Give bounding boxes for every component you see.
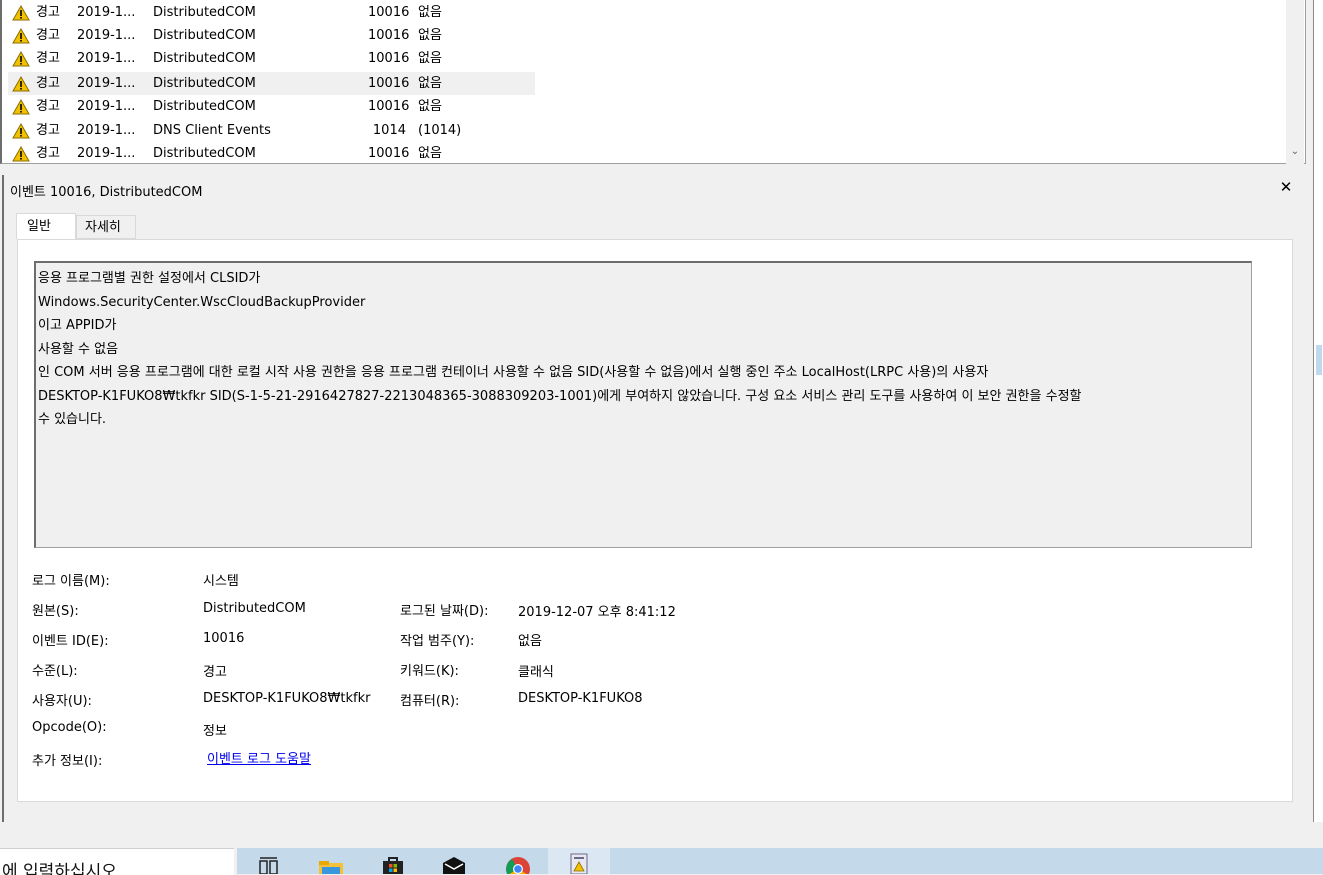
- event-log-help-link[interactable]: 이벤트 로그 도움말: [207, 748, 311, 767]
- logged-value: 2019-12-07 오후 8:41:12: [518, 605, 676, 620]
- event-id-label: 이벤트 ID(E):: [32, 634, 109, 649]
- task-category-label: 작업 범주(Y):: [400, 634, 475, 649]
- event-id: 10016: [368, 99, 410, 114]
- source-value: DistributedCOM: [203, 601, 306, 616]
- event-row[interactable]: 경고 2019-1... DistributedCOM 10016 없음: [8, 142, 535, 163]
- event-level: 경고: [36, 28, 60, 43]
- user-label: 사용자(U):: [32, 694, 92, 709]
- warning-icon: [12, 122, 30, 139]
- search-placeholder: 에 입력하십시오: [2, 862, 117, 875]
- event-id: 1014: [372, 123, 406, 138]
- event-source: DistributedCOM: [153, 28, 256, 43]
- warning-icon: [12, 145, 30, 162]
- opcode-label: Opcode(O):: [32, 720, 107, 735]
- event-category: 없음: [418, 76, 442, 91]
- event-list[interactable]: 경고 2019-1... DistributedCOM 10016 없음 경고 2019-1…: [0, 0, 1306, 164]
- task-view-icon[interactable]: [258, 856, 280, 874]
- event-level: 경고: [36, 51, 60, 66]
- computer-value: DESKTOP-K1FUKO8: [518, 691, 643, 706]
- event-date: 2019-1...: [77, 99, 136, 114]
- source-label: 원본(S):: [32, 604, 79, 619]
- event-category: 없음: [418, 51, 442, 66]
- description-line: 이고 APPID가: [38, 318, 117, 333]
- event-id: 10016: [368, 28, 410, 43]
- event-description[interactable]: 응용 프로그램별 권한 설정에서 CLSID가 Windows.Security…: [34, 261, 1252, 548]
- warning-icon: [12, 50, 30, 67]
- close-icon[interactable]: ✕: [1277, 178, 1295, 196]
- log-name-label: 로그 이름(M):: [32, 574, 110, 589]
- vertical-scrollbar[interactable]: [1286, 0, 1304, 164]
- event-level: 경고: [36, 146, 60, 161]
- detail-title: 이벤트 10016, DistributedCOM: [10, 185, 203, 200]
- event-level: 경고: [36, 76, 60, 91]
- more-info-label: 추가 정보(I):: [32, 754, 103, 769]
- file-explorer-icon[interactable]: [318, 856, 344, 874]
- event-category: 없음: [418, 146, 442, 161]
- description-line: 인 COM 서버 응용 프로그램에 대한 로컬 시작 사용 권한을 응용 프로그…: [38, 365, 989, 380]
- event-id: 10016: [368, 76, 410, 91]
- event-level: 경고: [36, 123, 60, 138]
- event-source: DistributedCOM: [153, 76, 256, 91]
- event-viewer-icon[interactable]: [568, 853, 590, 874]
- event-source: DistributedCOM: [153, 99, 256, 114]
- event-level: 경고: [36, 5, 60, 20]
- level-value: 경고: [203, 665, 227, 680]
- keywords-label: 키워드(K):: [400, 664, 459, 679]
- event-level: 경고: [36, 99, 60, 114]
- event-row[interactable]: 경고 2019-1... DistributedCOM 10016 없음: [8, 95, 535, 118]
- event-date: 2019-1...: [77, 28, 136, 43]
- task-category-value: 없음: [518, 634, 542, 649]
- logged-label: 로그된 날짜(D):: [400, 604, 489, 619]
- warning-icon: [12, 75, 30, 92]
- event-category: (1014): [418, 123, 462, 138]
- computer-label: 컴퓨터(R):: [400, 694, 460, 709]
- mail-icon[interactable]: [441, 856, 467, 874]
- description-line: Windows.SecurityCenter.WscCloudBackupPro…: [38, 294, 366, 310]
- tab-general[interactable]: 일반: [16, 213, 76, 239]
- warning-icon: [12, 4, 30, 21]
- event-source: DistributedCOM: [153, 51, 256, 66]
- event-date: 2019-1...: [77, 76, 136, 91]
- event-date: 2019-1...: [77, 123, 136, 138]
- right-panel-edge: [1313, 0, 1323, 822]
- event-row[interactable]: 경고 2019-1... DistributedCOM 10016 없음: [8, 24, 535, 47]
- opcode-value: 정보: [203, 724, 227, 739]
- event-date: 2019-1...: [77, 146, 136, 161]
- event-id-value: 10016: [203, 631, 245, 646]
- description-line: 사용할 수 없음: [38, 341, 119, 357]
- event-category: 없음: [418, 5, 442, 20]
- warning-icon: [12, 98, 30, 115]
- event-id: 10016: [368, 5, 410, 20]
- event-category: 없음: [418, 99, 442, 114]
- description-line: 응용 프로그램별 권한 설정에서 CLSID가: [38, 271, 261, 286]
- chevron-down-icon[interactable]: ⌄: [1289, 145, 1301, 159]
- event-date: 2019-1...: [77, 51, 136, 66]
- event-category: 없음: [418, 28, 442, 43]
- search-input[interactable]: 에 입력하십시오: [0, 848, 234, 875]
- event-row[interactable]: 경고 2019-1... DistributedCOM 10016 없음: [8, 47, 535, 70]
- level-label: 수준(L):: [32, 664, 78, 679]
- event-source: DistributedCOM: [153, 5, 256, 20]
- description-line: 수 있습니다.: [38, 412, 107, 427]
- chrome-icon[interactable]: [505, 856, 531, 874]
- description-line: DESKTOP-K1FUKO8₩tkfkr SID(S-1-5-21-29164…: [38, 388, 1082, 404]
- tab-details[interactable]: 자세히: [76, 215, 136, 239]
- user-value: DESKTOP-K1FUKO8₩tkfkr: [203, 691, 371, 706]
- warning-icon: [12, 27, 30, 44]
- event-id: 10016: [368, 146, 410, 161]
- event-date: 2019-1...: [77, 5, 136, 20]
- event-row[interactable]: 경고 2019-1... DistributedCOM 10016 없음: [8, 72, 535, 95]
- event-row[interactable]: 경고 2019-1... DistributedCOM 10016 없음: [8, 1, 535, 24]
- store-icon[interactable]: [381, 856, 405, 874]
- log-name-value: 시스템: [203, 574, 239, 589]
- event-row[interactable]: 경고 2019-1... DNS Client Events 1014 (1014): [8, 119, 535, 142]
- event-source: DNS Client Events: [153, 123, 271, 138]
- keywords-value: 클래식: [518, 665, 554, 680]
- event-source: DistributedCOM: [153, 146, 256, 161]
- event-id: 10016: [368, 51, 410, 66]
